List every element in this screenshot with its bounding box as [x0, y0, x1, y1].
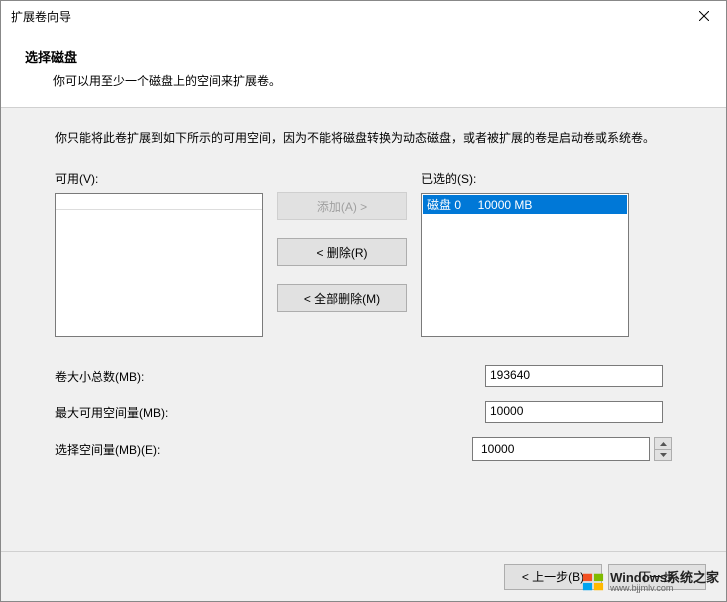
spinner-down-button[interactable] — [654, 449, 672, 461]
page-title: 选择磁盘 — [25, 47, 702, 66]
wizard-header: 选择磁盘 你可以用至少一个磁盘上的空间来扩展卷。 — [1, 31, 726, 107]
total-size-row: 卷大小总数(MB): 193640 — [55, 365, 672, 387]
add-button[interactable]: 添加(A) > — [277, 192, 407, 220]
selected-listbox[interactable]: 磁盘 0 10000 MB — [421, 193, 629, 337]
select-space-row: 选择空间量(MB)(E): — [55, 437, 672, 461]
page-subtitle: 你可以用至少一个磁盘上的空间来扩展卷。 — [53, 72, 702, 89]
disk-selection-area: 可用(V): 添加(A) > < 删除(R) < 全部删除(M) 已选的(S):… — [29, 170, 698, 337]
list-item[interactable]: 磁盘 0 10000 MB — [423, 195, 627, 214]
selected-column: 已选的(S): 磁盘 0 10000 MB — [421, 170, 629, 337]
titlebar: 扩展卷向导 — [1, 1, 726, 31]
wizard-window: 扩展卷向导 选择磁盘 你可以用至少一个磁盘上的空间来扩展卷。 你只能将此卷扩展到… — [0, 0, 727, 602]
max-space-label: 最大可用空间量(MB): — [55, 404, 485, 421]
available-listbox[interactable] — [55, 193, 263, 337]
listbox-header — [56, 194, 262, 210]
watermark: Windows系统之家 www.bjjmlv.com — [578, 569, 723, 596]
chevron-down-icon — [660, 453, 667, 457]
available-column: 可用(V): — [55, 170, 263, 337]
size-fields: 卷大小总数(MB): 193640 最大可用空间量(MB): 10000 选择空… — [29, 337, 698, 461]
select-space-spinner — [472, 437, 672, 461]
total-size-label: 卷大小总数(MB): — [55, 368, 485, 385]
max-space-value: 10000 — [485, 401, 663, 423]
window-title: 扩展卷向导 — [11, 8, 71, 25]
chevron-up-icon — [660, 442, 667, 446]
max-space-row: 最大可用空间量(MB): 10000 — [55, 401, 672, 423]
wizard-content: 你只能将此卷扩展到如下所示的可用空间，因为不能将磁盘转换为动态磁盘，或者被扩展的… — [1, 108, 726, 551]
selected-label: 已选的(S): — [421, 170, 629, 187]
description-text: 你只能将此卷扩展到如下所示的可用空间，因为不能将磁盘转换为动态磁盘，或者被扩展的… — [29, 128, 698, 148]
close-button[interactable] — [690, 6, 718, 26]
total-size-value: 193640 — [485, 365, 663, 387]
available-label: 可用(V): — [55, 170, 263, 187]
watermark-url: www.bjjmlv.com — [610, 584, 719, 594]
remove-all-button[interactable]: < 全部删除(M) — [277, 284, 407, 312]
select-space-input[interactable] — [472, 437, 650, 461]
transfer-buttons: 添加(A) > < 删除(R) < 全部删除(M) — [263, 170, 421, 312]
close-icon — [699, 11, 709, 21]
select-space-label: 选择空间量(MB)(E): — [55, 441, 472, 458]
windows-logo-icon — [582, 571, 604, 593]
watermark-text: Windows系统之家 www.bjjmlv.com — [610, 571, 719, 594]
remove-button[interactable]: < 删除(R) — [277, 238, 407, 266]
spinner-buttons — [654, 437, 672, 461]
spinner-up-button[interactable] — [654, 437, 672, 449]
